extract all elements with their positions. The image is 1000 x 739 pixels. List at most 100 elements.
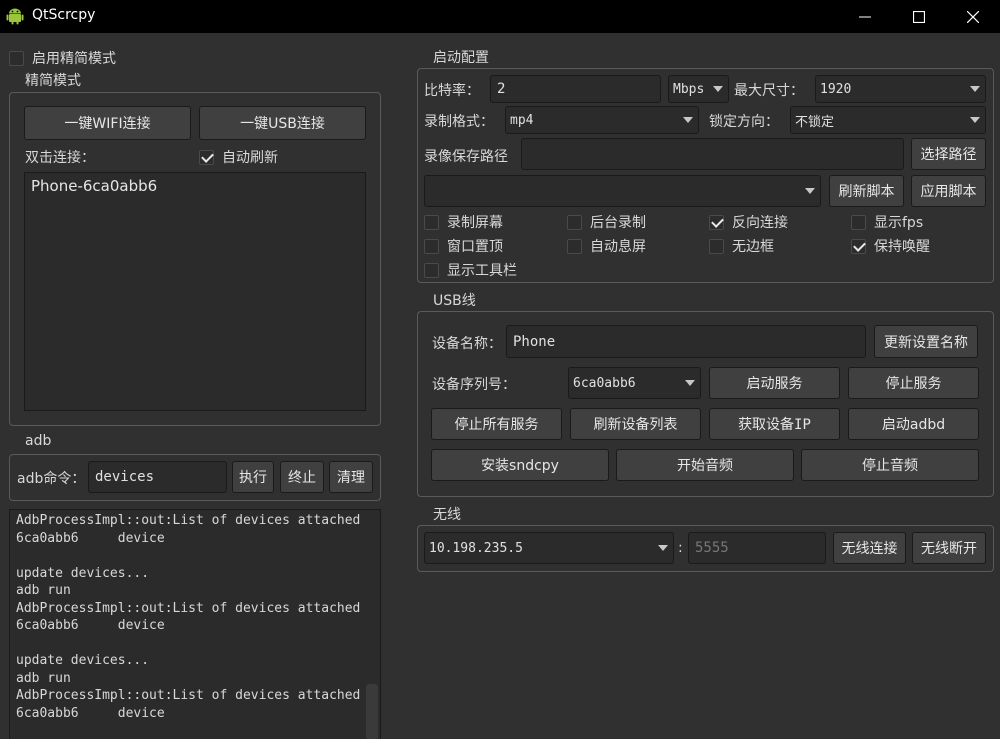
- show-toolbar-checkbox[interactable]: 显示工具栏: [424, 260, 517, 280]
- checkbox-box[interactable]: [567, 214, 582, 230]
- refresh-devices-button[interactable]: 刷新设备列表: [570, 408, 701, 440]
- checkbox-box[interactable]: [851, 214, 866, 230]
- log-lines: AdbProcessImpl::out:List of devices atta…: [10, 510, 380, 722]
- log-scrollbar[interactable]: [366, 684, 378, 739]
- adb-command-label: adb命令：: [17, 471, 86, 487]
- max-size-value: 1920: [820, 81, 852, 97]
- stop-button[interactable]: 终止: [280, 461, 324, 493]
- log-line: AdbProcessImpl::out:List of devices atta…: [16, 688, 361, 703]
- background-record-checkbox[interactable]: 后台录制: [567, 212, 646, 232]
- checkbox-box[interactable]: [709, 238, 724, 254]
- checkbox-box[interactable]: [709, 214, 724, 230]
- log-line: adb run: [16, 670, 71, 686]
- checkbox-box[interactable]: [567, 238, 582, 254]
- lock-orientation-select[interactable]: 不锁定: [790, 106, 986, 134]
- checkbox-box[interactable]: [424, 262, 439, 278]
- double-click-label: 双击连接：: [25, 150, 95, 166]
- device-list[interactable]: Phone-6ca0abb6: [24, 172, 366, 411]
- auto-refresh-label: 自动刷新: [222, 150, 278, 166]
- chevron-down-icon: [658, 545, 668, 551]
- update-name-button[interactable]: 更新设置名称: [874, 325, 978, 358]
- refresh-script-button[interactable]: 刷新脚本: [829, 175, 904, 207]
- record-format-select[interactable]: mp4: [505, 106, 699, 134]
- device-name-label: 设备名称：: [432, 336, 502, 352]
- wireless-connect-button[interactable]: 无线连接: [833, 532, 906, 564]
- show-fps-checkbox[interactable]: 显示fps: [851, 212, 923, 232]
- stay-awake-checkbox[interactable]: 保持唤醒: [851, 236, 930, 256]
- stop-audio-button[interactable]: 停止音频: [801, 449, 979, 481]
- reverse-connect-checkbox[interactable]: 反向连接: [709, 212, 788, 232]
- log-line: update devices...: [16, 565, 150, 581]
- wifi-connect-button[interactable]: 一键WIFI连接: [24, 106, 191, 140]
- record-path-input[interactable]: [521, 138, 904, 170]
- wireless-port-input[interactable]: 5555: [688, 532, 826, 564]
- wireless-disconnect-button[interactable]: 无线断开: [912, 532, 986, 564]
- ip-port-separator: :: [678, 540, 683, 556]
- checkbox-box[interactable]: [424, 238, 439, 254]
- android-icon: [6, 8, 24, 25]
- frameless-checkbox[interactable]: 无边框: [709, 236, 774, 256]
- select-path-button[interactable]: 选择路径: [911, 138, 986, 170]
- chevron-down-icon: [713, 86, 723, 92]
- auto-screen-off-checkbox[interactable]: 自动息屏: [567, 236, 646, 256]
- log-line: 6ca0abb6 device: [16, 530, 165, 546]
- minimize-button[interactable]: [838, 0, 892, 33]
- bitrate-unit-select[interactable]: Mbps: [668, 75, 729, 103]
- bitrate-input[interactable]: 2: [490, 75, 661, 103]
- serial-label: 设备序列号：: [432, 377, 516, 393]
- serial-value: 6ca0abb6: [573, 375, 636, 391]
- list-item[interactable]: Phone-6ca0abb6: [31, 177, 157, 195]
- chevron-down-icon: [685, 380, 695, 386]
- apply-script-button[interactable]: 应用脚本: [911, 175, 986, 207]
- usb-group-title: USB线: [431, 290, 478, 310]
- max-size-label: 最大尺寸：: [734, 83, 804, 99]
- option-label: 显示fps: [874, 215, 924, 231]
- checkbox-box[interactable]: [851, 238, 866, 254]
- record-screen-checkbox[interactable]: 录制屏幕: [424, 212, 503, 232]
- window-title: QtScrcpy: [32, 7, 96, 23]
- lock-orientation-label: 锁定方向：: [709, 114, 779, 130]
- log-line: update devices...: [16, 653, 150, 668]
- option-label: 显示工具栏: [447, 263, 517, 279]
- checkbox-box[interactable]: [424, 214, 439, 230]
- close-button[interactable]: [946, 0, 1000, 33]
- lock-orientation-value: 不锁定: [795, 114, 835, 130]
- device-name-input[interactable]: Phone: [506, 325, 866, 358]
- usb-connect-button[interactable]: 一键USB连接: [199, 106, 366, 140]
- adb-group-title: adb: [23, 433, 54, 449]
- script-select[interactable]: [424, 175, 821, 207]
- wireless-ip-select[interactable]: 10.198.235.5: [424, 532, 674, 564]
- option-label: 保持唤醒: [874, 239, 930, 255]
- option-label: 反向连接: [732, 215, 788, 231]
- bitrate-label: 比特率：: [424, 83, 480, 99]
- serial-select[interactable]: 6ca0abb6: [568, 367, 701, 399]
- maximize-button[interactable]: [892, 0, 946, 33]
- stop-all-services-button[interactable]: 停止所有服务: [431, 408, 562, 440]
- simple-mode-group-title: 精简模式: [23, 70, 83, 90]
- get-device-ip-button[interactable]: 获取设备IP: [709, 408, 840, 440]
- simple-mode-label: 启用精简模式: [32, 51, 116, 67]
- option-label: 后台录制: [590, 215, 646, 231]
- checkbox-box[interactable]: [9, 50, 24, 66]
- start-audio-button[interactable]: 开始音频: [616, 449, 794, 481]
- launch-config-title: 启动配置: [431, 47, 491, 67]
- max-size-select[interactable]: 1920: [815, 75, 986, 103]
- start-adbd-button[interactable]: 启动adbd: [848, 408, 979, 440]
- install-sndcpy-button[interactable]: 安装sndcpy: [431, 449, 609, 481]
- execute-button[interactable]: 执行: [232, 461, 274, 493]
- simple-mode-checkbox[interactable]: 启用精简模式: [9, 48, 116, 68]
- log-output[interactable]: AdbProcessImpl::out:List of devices atta…: [9, 509, 381, 739]
- clear-button[interactable]: 清理: [329, 461, 373, 493]
- stop-service-button[interactable]: 停止服务: [848, 367, 979, 399]
- record-format-value: mp4: [510, 112, 534, 128]
- adb-command-input[interactable]: devices: [88, 461, 227, 493]
- wireless-group-title: 无线: [431, 504, 463, 524]
- start-service-button[interactable]: 启动服务: [709, 367, 840, 399]
- log-line: 6ca0abb6 device: [16, 618, 165, 633]
- checkbox-box[interactable]: [199, 149, 214, 165]
- auto-refresh-checkbox[interactable]: 自动刷新: [199, 147, 278, 167]
- always-on-top-checkbox[interactable]: 窗口置顶: [424, 236, 503, 256]
- log-line: AdbProcessImpl::out:List of devices atta…: [16, 600, 361, 616]
